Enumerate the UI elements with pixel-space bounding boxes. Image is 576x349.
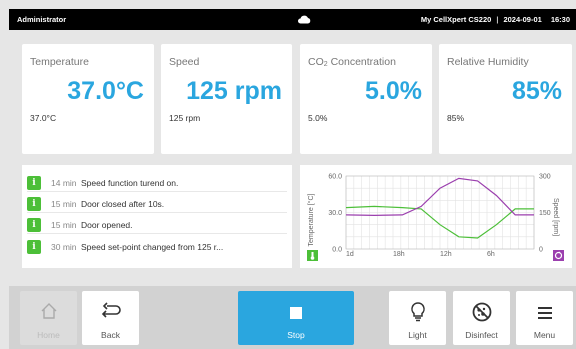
y-right-tick-label: 300	[539, 174, 551, 181]
history-chart-svg: Temperature [°C] Speed [rpm] 60.0 30.0 0.0…	[307, 174, 564, 261]
humidity-label: Relative Humidity	[447, 56, 529, 68]
y-left-axis-label: Temperature [°C]	[307, 193, 315, 246]
y-right-tick-label: 150	[539, 210, 551, 217]
speed-secondary: 125 rpm	[169, 113, 201, 123]
speed-mode-icon[interactable]	[553, 250, 564, 261]
event-time: 15 min	[51, 220, 77, 230]
x-tick-label: 1d	[346, 251, 354, 258]
thermometer-icon	[307, 250, 318, 261]
status-time: 16:30	[550, 15, 570, 24]
device-name: My CellXpert CS220	[420, 15, 492, 24]
disinfect-label: Disinfect	[465, 330, 498, 340]
x-tick-label: 18h	[393, 251, 405, 258]
co2-label: CO2 Concentration	[308, 56, 396, 68]
home-label: Home	[37, 330, 60, 340]
light-label: Light	[408, 330, 427, 340]
temperature-value: 37.0°C	[67, 77, 144, 105]
y-right-tick-label: 0	[539, 247, 543, 254]
home-icon	[41, 303, 56, 319]
hamburger-menu-icon	[537, 307, 552, 319]
back-label: Back	[101, 330, 120, 340]
humidity-secondary: 85%	[447, 113, 465, 123]
humidity-value: 85%	[511, 77, 562, 105]
info-icon: i	[27, 218, 41, 232]
temperature-label: Temperature	[30, 56, 89, 68]
status-bar: Administrator My CellXpert CS220 | 2024-…	[9, 9, 576, 30]
cloud-icon	[298, 15, 311, 24]
event-row[interactable]: i 14 min Speed function turend on.	[27, 175, 287, 192]
event-message: Speed function turend on.	[81, 178, 179, 188]
menu-button[interactable]: Menu	[516, 291, 573, 345]
home-button[interactable]: Home	[20, 291, 77, 345]
back-arrow-icon	[101, 302, 121, 318]
event-message: Door closed after 10s.	[81, 199, 165, 209]
x-tick-label: 12h	[440, 251, 452, 258]
status-date: 2024-09-01	[503, 15, 542, 24]
humidity-card[interactable]: Relative Humidity 85% 85%	[439, 44, 572, 154]
speed-card[interactable]: Speed 125 rpm 125 rpm	[161, 44, 292, 154]
co2-card[interactable]: CO2 Concentration 5.0% 5.0%	[300, 44, 432, 154]
event-message: Speed set-point changed from 125 r...	[81, 241, 224, 252]
disinfect-button[interactable]: Disinfect	[453, 291, 510, 345]
light-button[interactable]: Light	[389, 291, 446, 345]
temperature-card[interactable]: Temperature 37.0°C 37.0°C	[22, 44, 154, 154]
back-button[interactable]: Back	[82, 291, 139, 345]
lightbulb-icon	[410, 302, 425, 322]
speed-label: Speed	[169, 56, 200, 68]
info-icon: i	[27, 197, 41, 211]
stop-button[interactable]: Stop	[238, 291, 354, 345]
co2-secondary: 5.0%	[308, 113, 328, 123]
y-left-tick-label: 60.0	[328, 174, 342, 181]
event-time: 14 min	[51, 178, 77, 188]
stop-label: Stop	[287, 330, 305, 340]
menu-label: Menu	[533, 330, 556, 340]
y-left-tick-label: 0.0	[332, 247, 342, 254]
event-row[interactable]: i 15 min Door opened.	[27, 217, 287, 234]
stop-icon	[290, 307, 302, 319]
event-message: Door opened.	[81, 220, 133, 230]
event-log[interactable]: i 14 min Speed function turend on. i 15 …	[22, 165, 292, 268]
co2-value: 5.0%	[365, 77, 422, 105]
event-row[interactable]: i 15 min Door closed after 10s.	[27, 196, 287, 213]
y-right-axis-label: Speed [rpm]	[552, 198, 559, 236]
temperature-secondary: 37.0°C	[30, 113, 57, 123]
y-left-tick-label: 30.0	[328, 210, 342, 217]
info-icon: i	[27, 239, 41, 254]
speed-value: 125 rpm	[186, 77, 282, 105]
disinfect-icon	[472, 302, 491, 322]
event-time: 15 min	[51, 199, 77, 209]
bottom-toolbar: Home Back Stop Light Disinfect Menu	[9, 286, 576, 349]
status-divider: |	[496, 15, 499, 24]
info-icon: i	[27, 176, 41, 190]
user-role: Administrator	[17, 15, 67, 24]
event-row[interactable]: i 30 min Speed set-point changed from 12…	[27, 238, 287, 255]
chart-grid	[345, 175, 535, 250]
x-tick-label: 6h	[487, 251, 495, 258]
event-time: 30 min	[51, 241, 77, 252]
history-chart[interactable]: Temperature [°C] Speed [rpm] 60.0 30.0 0.0…	[300, 165, 572, 268]
